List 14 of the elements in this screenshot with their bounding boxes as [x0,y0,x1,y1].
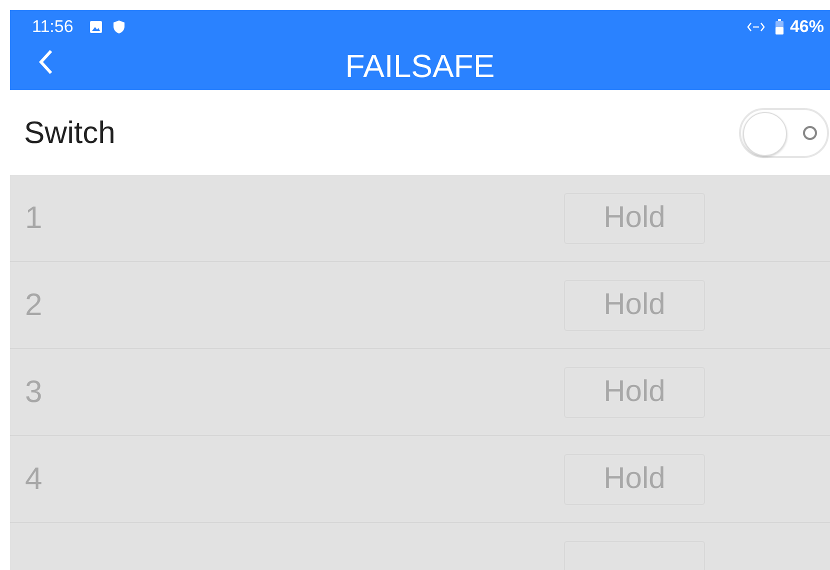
status-time: 11:56 [32,16,74,36]
toggle-switch[interactable] [739,108,829,158]
channel-number: 4 [25,461,44,497]
data-transfer-icon [746,22,765,32]
battery-percentage: 46% [790,16,824,36]
channel-number: 1 [25,200,44,236]
back-button[interactable] [38,49,54,75]
page-title: FAILSAFE [345,48,495,85]
switch-label: Switch [24,114,116,150]
shield-icon [113,20,126,34]
battery-icon [774,18,784,34]
image-icon [89,20,104,34]
channel-number: 2 [25,287,44,323]
channel-number: 3 [25,374,44,410]
